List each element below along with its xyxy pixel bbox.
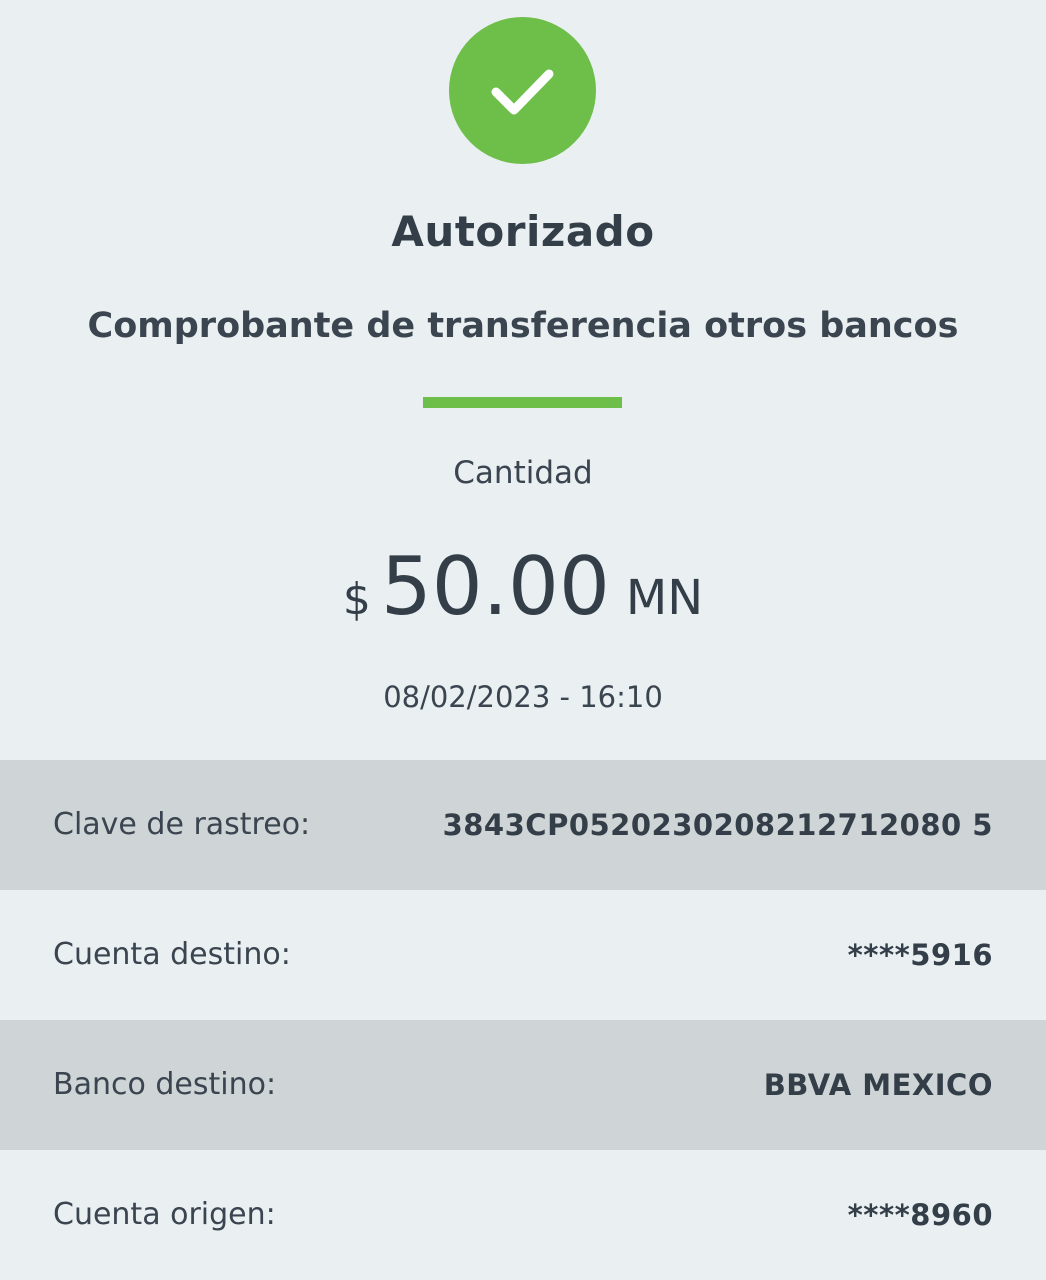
receipt-subtitle: Comprobante de transferencia otros banco…: [87, 306, 959, 346]
detail-row-destination-bank: Banco destino: BBVA MEXICO: [0, 1020, 1046, 1150]
detail-row-origin-account: Cuenta origen: ****8960: [0, 1150, 1046, 1280]
check-icon: [491, 69, 554, 115]
detail-label: Banco destino:: [53, 1067, 277, 1102]
detail-label: Cuenta origen:: [53, 1197, 276, 1232]
details-list: Clave de rastreo: 3843CP0520230208212712…: [0, 760, 1046, 1280]
transaction-datetime: 08/02/2023 - 16:10: [383, 680, 663, 714]
amount-value: 50.00: [380, 540, 610, 633]
receipt-header: Autorizado Comprobante de transferencia …: [0, 0, 1046, 760]
currency-code: MN: [625, 570, 704, 626]
detail-row-tracking-key: Clave de rastreo: 3843CP0520230208212712…: [0, 760, 1046, 890]
divider-accent: [423, 397, 622, 408]
detail-label: Clave de rastreo:: [53, 807, 311, 842]
detail-label: Cuenta destino:: [53, 937, 291, 972]
status-title: Autorizado: [391, 207, 655, 256]
detail-row-destination-account: Cuenta destino: ****5916: [0, 890, 1046, 1020]
detail-value: BBVA MEXICO: [763, 1068, 993, 1102]
success-badge: [449, 17, 596, 164]
amount-display: $50.00 MN: [0, 540, 1046, 640]
detail-value: ****5916: [847, 938, 993, 972]
detail-value: ****8960: [847, 1198, 993, 1232]
amount-label: Cantidad: [453, 455, 593, 491]
detail-value: 3843CP0520230208212712080 5: [442, 808, 993, 842]
currency-symbol: $: [342, 574, 371, 625]
